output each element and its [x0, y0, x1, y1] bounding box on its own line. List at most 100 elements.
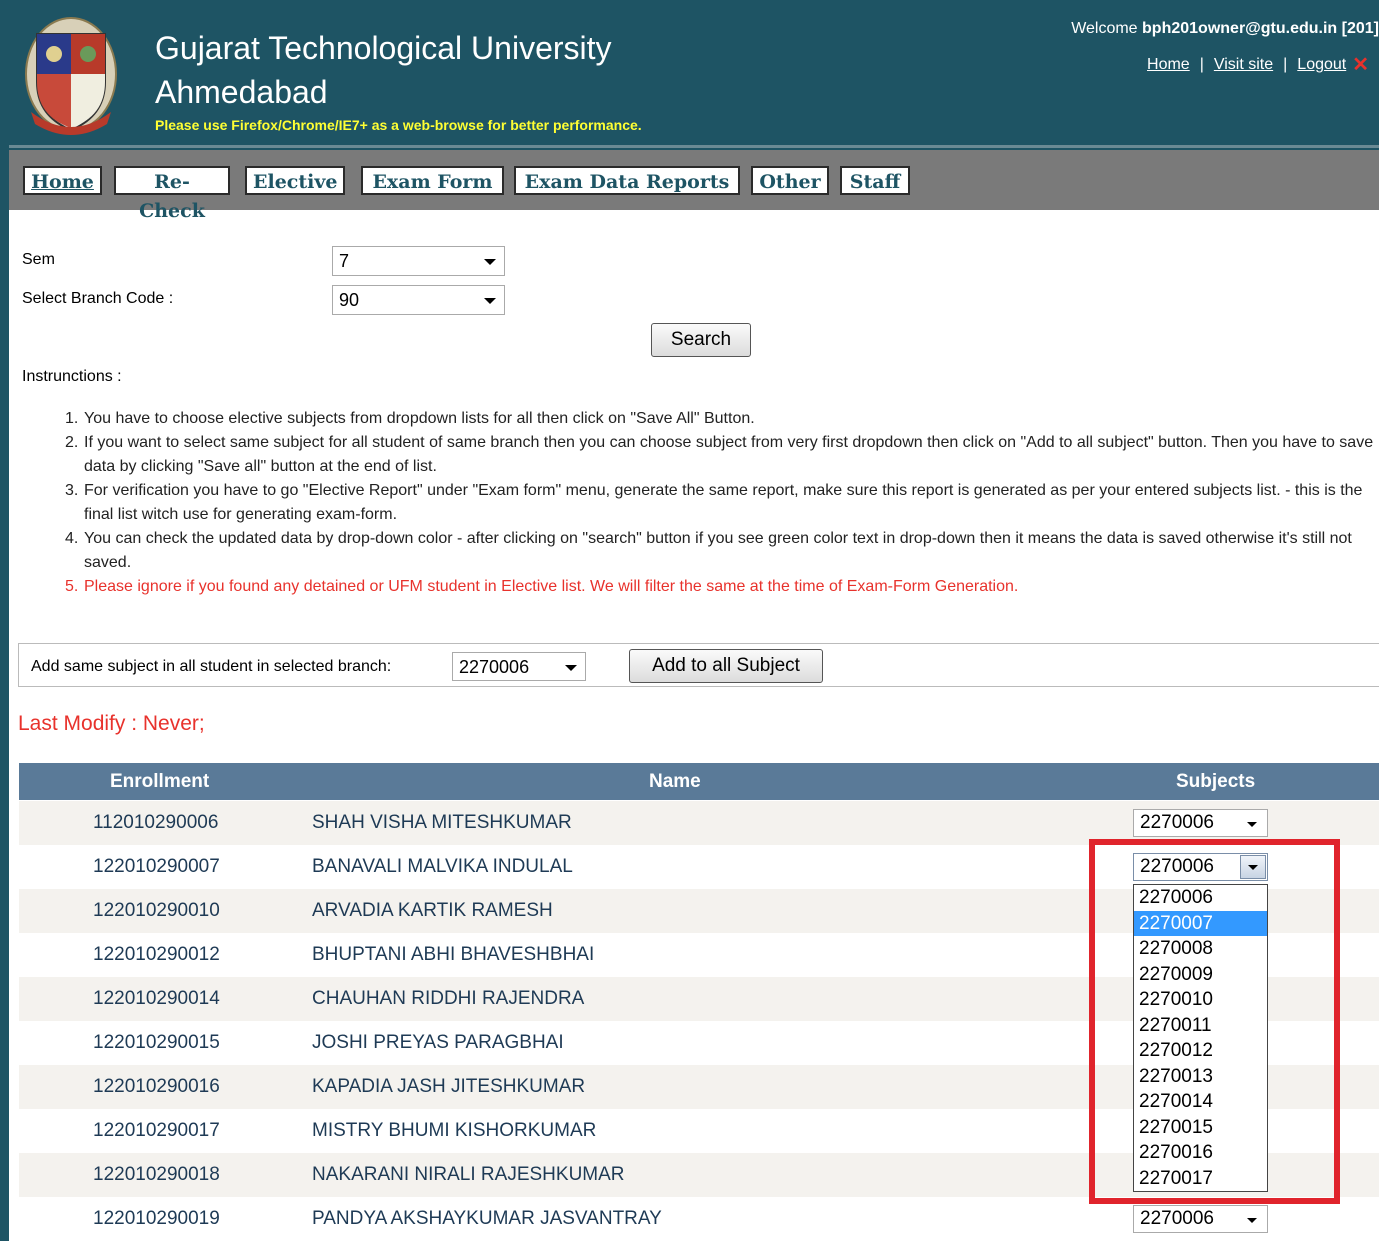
enrollment-cell: 122010290016: [93, 1076, 220, 1097]
name-cell: KAPADIA JASH JITESHKUMAR: [312, 1076, 586, 1097]
header-subjects: Subjects: [1176, 771, 1256, 792]
dropdown-option-highlighted[interactable]: 2270007: [1134, 910, 1267, 936]
dropdown-option[interactable]: 2270015: [1134, 1115, 1267, 1141]
university-name: Gujarat Technological University: [155, 30, 612, 66]
menu-elective[interactable]: Elective: [245, 166, 345, 195]
header-name: Name: [649, 771, 701, 792]
branch-code-select[interactable]: 90: [332, 285, 505, 315]
site-header: Gujarat Technological University Ahmedab…: [9, 0, 1379, 150]
enrollment-cell: 122010290007: [93, 856, 220, 877]
sem-select[interactable]: 7: [332, 246, 505, 276]
instruction-item: 4. You can check the updated data by drop…: [65, 530, 1352, 571]
name-cell: SHAH VISHA MITESHKUMAR: [312, 812, 572, 833]
table-row: 122010290019 PANDYA AKSHAYKUMAR JASVANTR…: [19, 1197, 1379, 1241]
instruction-text: You can check the updated data by drop-d…: [84, 530, 1352, 571]
table-row: 112010290006 SHAH VISHA MITESHKUMAR 2270…: [19, 801, 1379, 845]
browser-note: Please use Firefox/Chrome/IE7+ as a web-…: [155, 117, 642, 133]
table-row: 122010290007 BANAVALI MALVIKA INDULAL 22…: [19, 845, 1379, 889]
name-cell: PANDYA AKSHAYKUMAR JASVANTRAY: [312, 1208, 662, 1229]
dropdown-option[interactable]: 2270008: [1134, 936, 1267, 962]
name-cell: ARVADIA KARTIK RAMESH: [312, 900, 553, 921]
add-all-bar: Add same subject in all student in selec…: [18, 643, 1379, 687]
menu-exam-form[interactable]: Exam Form: [361, 166, 504, 195]
name-cell: CHAUHAN RIDDHI RAJENDRA: [312, 988, 585, 1009]
instruction-item: 2. If you want to select same subject for…: [65, 434, 1374, 475]
name-cell: BHUPTANI ABHI BHAVESHBHAI: [312, 944, 595, 965]
left-border: [0, 0, 9, 1241]
university-city: Ahmedabad: [155, 74, 328, 110]
subject-value: 2270006: [1140, 812, 1214, 833]
add-all-subject-value: 2270006: [459, 657, 530, 677]
header-enrollment: Enrollment: [110, 771, 210, 792]
dropdown-option[interactable]: 2270014: [1134, 1089, 1267, 1115]
sem-value: 7: [339, 251, 350, 271]
search-button[interactable]: Search: [651, 323, 751, 357]
branch-code-label: Select Branch Code :: [22, 290, 174, 307]
instruction-text: You have to choose elective subjects fro…: [84, 410, 755, 427]
university-title: Gujarat Technological University Ahmedab…: [155, 26, 612, 114]
add-to-all-subject-button[interactable]: Add to all Subject: [629, 649, 823, 683]
name-cell: MISTRY BHUMI KISHORKUMAR: [312, 1120, 597, 1141]
instructions-list: 1. You have to choose elective subjects f…: [22, 407, 1379, 599]
instruction-text: For verification you have to go "Electiv…: [84, 482, 1363, 523]
dropdown-option[interactable]: 2270009: [1134, 962, 1267, 988]
gtu-logo: [25, 17, 117, 135]
enrollment-cell: 122010290019: [93, 1208, 220, 1229]
chevron-down-icon: [1248, 865, 1258, 870]
main-menu: Home Re-Check Elective Exam Form Exam Da…: [9, 150, 1379, 222]
name-cell: BANAVALI MALVIKA INDULAL: [312, 856, 573, 877]
menu-exam-data-reports[interactable]: Exam Data Reports: [514, 166, 740, 195]
enrollment-cell: 112010290006: [93, 812, 219, 833]
top-links: Home | Visit site | Logout ✕: [1147, 52, 1369, 77]
menu-home[interactable]: Home: [23, 166, 102, 195]
dropdown-option[interactable]: 2270006: [1134, 885, 1267, 911]
close-x-icon[interactable]: ✕: [1352, 54, 1369, 76]
enrollment-cell: 122010290017: [93, 1120, 220, 1141]
logout-link[interactable]: Logout: [1297, 56, 1346, 73]
menu-re-check[interactable]: Re-Check: [114, 166, 230, 222]
subject-select[interactable]: 2270006: [1133, 1205, 1268, 1233]
enrollment-cell: 122010290018: [93, 1164, 220, 1185]
instruction-text: Please ignore if you found any detained …: [84, 578, 1019, 595]
instructions-label: Instrunctions :: [22, 368, 122, 385]
chevron-down-icon: [1247, 1218, 1257, 1223]
dropdown-option[interactable]: 2270012: [1134, 1038, 1267, 1064]
instruction-item: 3. For verification you have to go "Elect…: [65, 482, 1363, 523]
subject-select[interactable]: 2270006: [1133, 809, 1268, 837]
add-all-subject-select[interactable]: 2270006: [452, 652, 586, 681]
user-email: bph201owner@gtu.edu.in [201]: [1142, 20, 1379, 37]
subject-dropdown-list[interactable]: 2270006 2270007 2270008 2270009 2270010 …: [1133, 884, 1268, 1192]
enrollment-cell: 122010290014: [93, 988, 220, 1009]
branch-code-value: 90: [339, 290, 360, 310]
subject-value: 2270006: [1140, 1208, 1214, 1229]
dropdown-option[interactable]: 2270010: [1134, 987, 1267, 1013]
dropdown-option[interactable]: 2270017: [1134, 1166, 1267, 1192]
dropdown-option[interactable]: 2270013: [1134, 1064, 1267, 1090]
name-cell: NAKARANI NIRALI RAJESHKUMAR: [312, 1164, 625, 1185]
instruction-item-warning: 5. Please ignore if you found any detaine…: [65, 578, 1019, 595]
enrollment-cell: 122010290015: [93, 1032, 220, 1053]
add-all-label: Add same subject in all student in selec…: [31, 658, 392, 675]
instruction-item: 1. You have to choose elective subjects f…: [65, 410, 755, 427]
chevron-down-icon: [484, 298, 496, 304]
enrollment-cell: 122010290010: [93, 900, 220, 921]
instruction-text: If you want to select same subject for a…: [84, 434, 1374, 475]
dropdown-option[interactable]: 2270016: [1134, 1140, 1267, 1166]
table-header: Enrollment Name Subjects: [19, 763, 1379, 800]
last-modify-text: Last Modify : Never;: [18, 712, 205, 735]
chevron-down-icon: [1247, 822, 1257, 827]
dropdown-option[interactable]: 2270011: [1134, 1013, 1267, 1039]
menu-staff[interactable]: Staff: [840, 166, 910, 195]
header-divider: [9, 145, 1379, 148]
sem-label: Sem: [22, 251, 55, 268]
link-separator: |: [1199, 56, 1204, 73]
subject-select-open[interactable]: 2270006: [1133, 853, 1268, 881]
menu-other[interactable]: Other: [751, 166, 829, 195]
link-separator: |: [1283, 56, 1288, 73]
subject-value: 2270006: [1140, 856, 1214, 877]
dropdown-button[interactable]: [1240, 855, 1266, 879]
chevron-down-icon: [484, 259, 496, 265]
home-link[interactable]: Home: [1147, 56, 1190, 73]
name-cell: JOSHI PREYAS PARAGBHAI: [312, 1032, 564, 1053]
visit-site-link[interactable]: Visit site: [1214, 56, 1273, 73]
